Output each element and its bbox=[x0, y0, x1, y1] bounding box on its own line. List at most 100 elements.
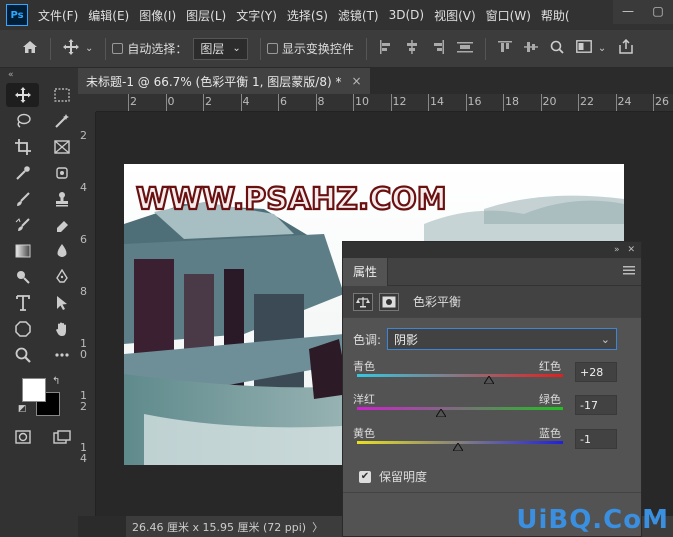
align-top-icon[interactable] bbox=[497, 40, 512, 58]
foreground-color-swatch[interactable] bbox=[22, 378, 46, 402]
magenta-green-thumb[interactable] bbox=[436, 409, 447, 417]
crop-tool-icon[interactable] bbox=[6, 135, 39, 159]
cyan-red-thumb[interactable] bbox=[483, 376, 494, 384]
ruler-tick-label: 18 bbox=[505, 95, 519, 108]
shape-tool-icon[interactable] bbox=[6, 317, 39, 341]
home-icon[interactable] bbox=[22, 40, 38, 58]
marquee-tool-icon[interactable] bbox=[45, 83, 78, 107]
separator bbox=[259, 37, 261, 60]
zoom-field[interactable] bbox=[78, 516, 126, 537]
hand-tool-icon[interactable] bbox=[45, 317, 78, 341]
chevron-down-icon[interactable]: ⌄ bbox=[598, 43, 606, 54]
chevron-right-icon[interactable]: 〉 bbox=[312, 519, 323, 535]
zoom-tool-icon[interactable] bbox=[6, 343, 39, 367]
type-tool-icon[interactable] bbox=[6, 291, 39, 315]
dodge-tool-icon[interactable] bbox=[6, 265, 39, 289]
menu-filter[interactable]: 滤镜(T) bbox=[338, 7, 379, 24]
screen-mode-icon[interactable] bbox=[45, 425, 78, 449]
yellow-blue-value[interactable]: -1 bbox=[575, 429, 617, 449]
more-tools-icon[interactable] bbox=[45, 343, 78, 367]
menu-file[interactable]: 文件(F) bbox=[38, 7, 78, 24]
panel-menu-icon[interactable] bbox=[623, 264, 635, 278]
brush-tool-icon[interactable] bbox=[6, 187, 39, 211]
ruler-corner bbox=[78, 94, 96, 112]
separator bbox=[50, 37, 51, 60]
menu-select[interactable]: 选择(S) bbox=[287, 7, 328, 24]
auto-select-dropdown[interactable]: 图层 ⌄ bbox=[193, 37, 248, 60]
share-icon[interactable] bbox=[618, 38, 634, 58]
cyan-red-track[interactable] bbox=[357, 374, 563, 377]
ruler-tick bbox=[540, 94, 542, 111]
blur-tool-icon[interactable] bbox=[45, 239, 78, 263]
ruler-tick bbox=[578, 94, 579, 111]
properties-tab[interactable]: 属性 bbox=[343, 257, 389, 286]
ruler-vertical[interactable]: 2 4 6 8 1 0 1 2 1 4 bbox=[78, 112, 96, 516]
menu-window[interactable]: 窗口(W) bbox=[486, 7, 531, 24]
layer-mask-icon[interactable] bbox=[379, 292, 399, 311]
auto-select-checkbox[interactable] bbox=[112, 43, 124, 54]
tone-dropdown[interactable]: 阴影 ⌄ bbox=[387, 328, 617, 350]
ruler-tick-label: 22 bbox=[580, 95, 594, 108]
close-icon[interactable]: ✕ bbox=[627, 245, 635, 255]
menu-help[interactable]: 帮助( bbox=[541, 7, 570, 24]
ruler-tick-label: 20 bbox=[542, 95, 557, 108]
minimize-button[interactable]: — bbox=[613, 0, 643, 22]
collapse-panel-icon[interactable]: » bbox=[614, 245, 620, 255]
spot-healing-icon[interactable] bbox=[45, 161, 78, 185]
path-selection-icon[interactable] bbox=[45, 291, 78, 315]
align-left-icon[interactable] bbox=[379, 39, 393, 58]
show-transform-checkbox[interactable] bbox=[266, 43, 278, 54]
close-icon[interactable]: × bbox=[351, 74, 361, 88]
chevron-down-icon[interactable]: ⌄ bbox=[85, 43, 93, 54]
ruler-tick bbox=[128, 94, 129, 111]
frame-tool-icon[interactable] bbox=[45, 135, 78, 159]
tool-panel: « ↰ ◩ bbox=[0, 68, 78, 537]
balance-scale-icon[interactable] bbox=[353, 292, 373, 311]
distribute-icon[interactable] bbox=[456, 40, 473, 58]
eyedropper-icon[interactable] bbox=[6, 161, 39, 185]
move-tool-icon[interactable] bbox=[63, 38, 79, 59]
window-controls: — ▢ bbox=[613, 0, 673, 24]
default-colors-icon[interactable]: ◩ bbox=[18, 404, 27, 414]
ruler-horizontal[interactable]: 2 0 2 4 6 8 10 12 14 16 18 20 22 24 26 bbox=[96, 94, 673, 112]
ruler-tick-label: 1 4 bbox=[80, 441, 87, 465]
lasso-tool-icon[interactable] bbox=[6, 109, 39, 133]
history-brush-icon[interactable] bbox=[6, 213, 39, 237]
document-tab[interactable]: 未标题-1 @ 66.7% (色彩平衡 1, 图层蒙版/8) * × bbox=[78, 68, 370, 94]
menu-3d[interactable]: 3D(D) bbox=[389, 8, 424, 22]
menu-view[interactable]: 视图(V) bbox=[434, 7, 476, 24]
move-tool-icon[interactable] bbox=[6, 83, 39, 107]
preserve-luminosity-checkbox[interactable]: ✔ bbox=[359, 470, 371, 483]
menu-image[interactable]: 图像(I) bbox=[139, 7, 176, 24]
cyan-red-value[interactable]: +28 bbox=[575, 362, 617, 382]
eraser-icon[interactable] bbox=[45, 213, 78, 237]
ruler-tick-label: 1 0 bbox=[80, 337, 87, 361]
menu-bar: Ps 文件(F) 编辑(E) 图像(I) 图层(L) 文字(Y) 选择(S) 滤… bbox=[0, 0, 673, 30]
yellow-blue-thumb[interactable] bbox=[452, 443, 463, 451]
align-center-icon[interactable] bbox=[405, 39, 419, 58]
search-icon[interactable] bbox=[550, 40, 564, 58]
align-right-icon[interactable] bbox=[431, 39, 445, 58]
workspace-icon[interactable] bbox=[575, 40, 592, 57]
menu-type[interactable]: 文字(Y) bbox=[236, 7, 277, 24]
ruler-tick bbox=[165, 94, 167, 111]
stamp-tool-icon[interactable] bbox=[45, 187, 78, 211]
maximize-button[interactable]: ▢ bbox=[643, 0, 673, 22]
swap-colors-icon[interactable]: ↰ bbox=[52, 376, 60, 387]
ruler-tick-label: 8 bbox=[317, 95, 325, 108]
quick-mask-icon[interactable] bbox=[6, 425, 39, 449]
menu-edit[interactable]: 编辑(E) bbox=[88, 7, 129, 24]
ruler-tick bbox=[353, 94, 354, 111]
magic-wand-icon[interactable] bbox=[45, 109, 78, 133]
menu-layer[interactable]: 图层(L) bbox=[186, 7, 226, 24]
cyan-label: 青色 bbox=[353, 360, 375, 373]
magenta-green-track[interactable] bbox=[357, 407, 563, 410]
magenta-green-value[interactable]: -17 bbox=[575, 395, 617, 415]
collapse-panel-icon[interactable]: « bbox=[0, 68, 78, 82]
yellow-label: 黄色 bbox=[353, 427, 375, 440]
pen-tool-icon[interactable] bbox=[45, 265, 78, 289]
gradient-tool-icon[interactable] bbox=[6, 239, 39, 263]
align-middle-icon[interactable] bbox=[523, 40, 538, 58]
magenta-green-slider: 洋红 绿色 -17 bbox=[353, 391, 633, 425]
ruler-tick-label: 24 bbox=[617, 95, 632, 108]
